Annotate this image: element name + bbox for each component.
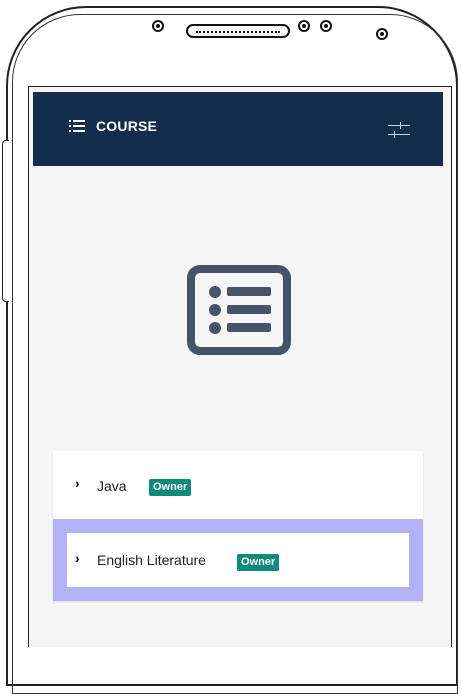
- sensor-icon: [298, 20, 310, 32]
- menu-icon[interactable]: [69, 120, 85, 132]
- app-screen: COURSE › Java Owner › English Literature…: [28, 86, 452, 647]
- front-camera-icon: [152, 20, 164, 32]
- chevron-right-icon: ›: [75, 475, 80, 491]
- sensor-icon: [320, 20, 332, 32]
- owner-badge: Owner: [149, 479, 192, 496]
- list-item-course-english-literature[interactable]: › English Literature Owner: [53, 519, 423, 601]
- course-name: Java: [97, 478, 127, 494]
- page-title: COURSE: [96, 118, 158, 134]
- list-icon: [187, 265, 291, 355]
- app-bar: COURSE: [33, 92, 443, 166]
- phone-speaker: [186, 24, 290, 38]
- filter-sliders-icon[interactable]: [388, 122, 410, 138]
- selected-item-content: › English Literature Owner: [67, 533, 409, 587]
- list-item-course-java[interactable]: › Java Owner: [53, 451, 423, 519]
- chevron-right-icon: ›: [75, 550, 80, 566]
- course-list: › Java Owner › English Literature Owner: [53, 451, 423, 601]
- proximity-sensor-icon: [376, 28, 388, 40]
- course-name: English Literature: [97, 552, 206, 568]
- owner-badge: Owner: [237, 554, 280, 571]
- phone-side-button: [2, 140, 9, 302]
